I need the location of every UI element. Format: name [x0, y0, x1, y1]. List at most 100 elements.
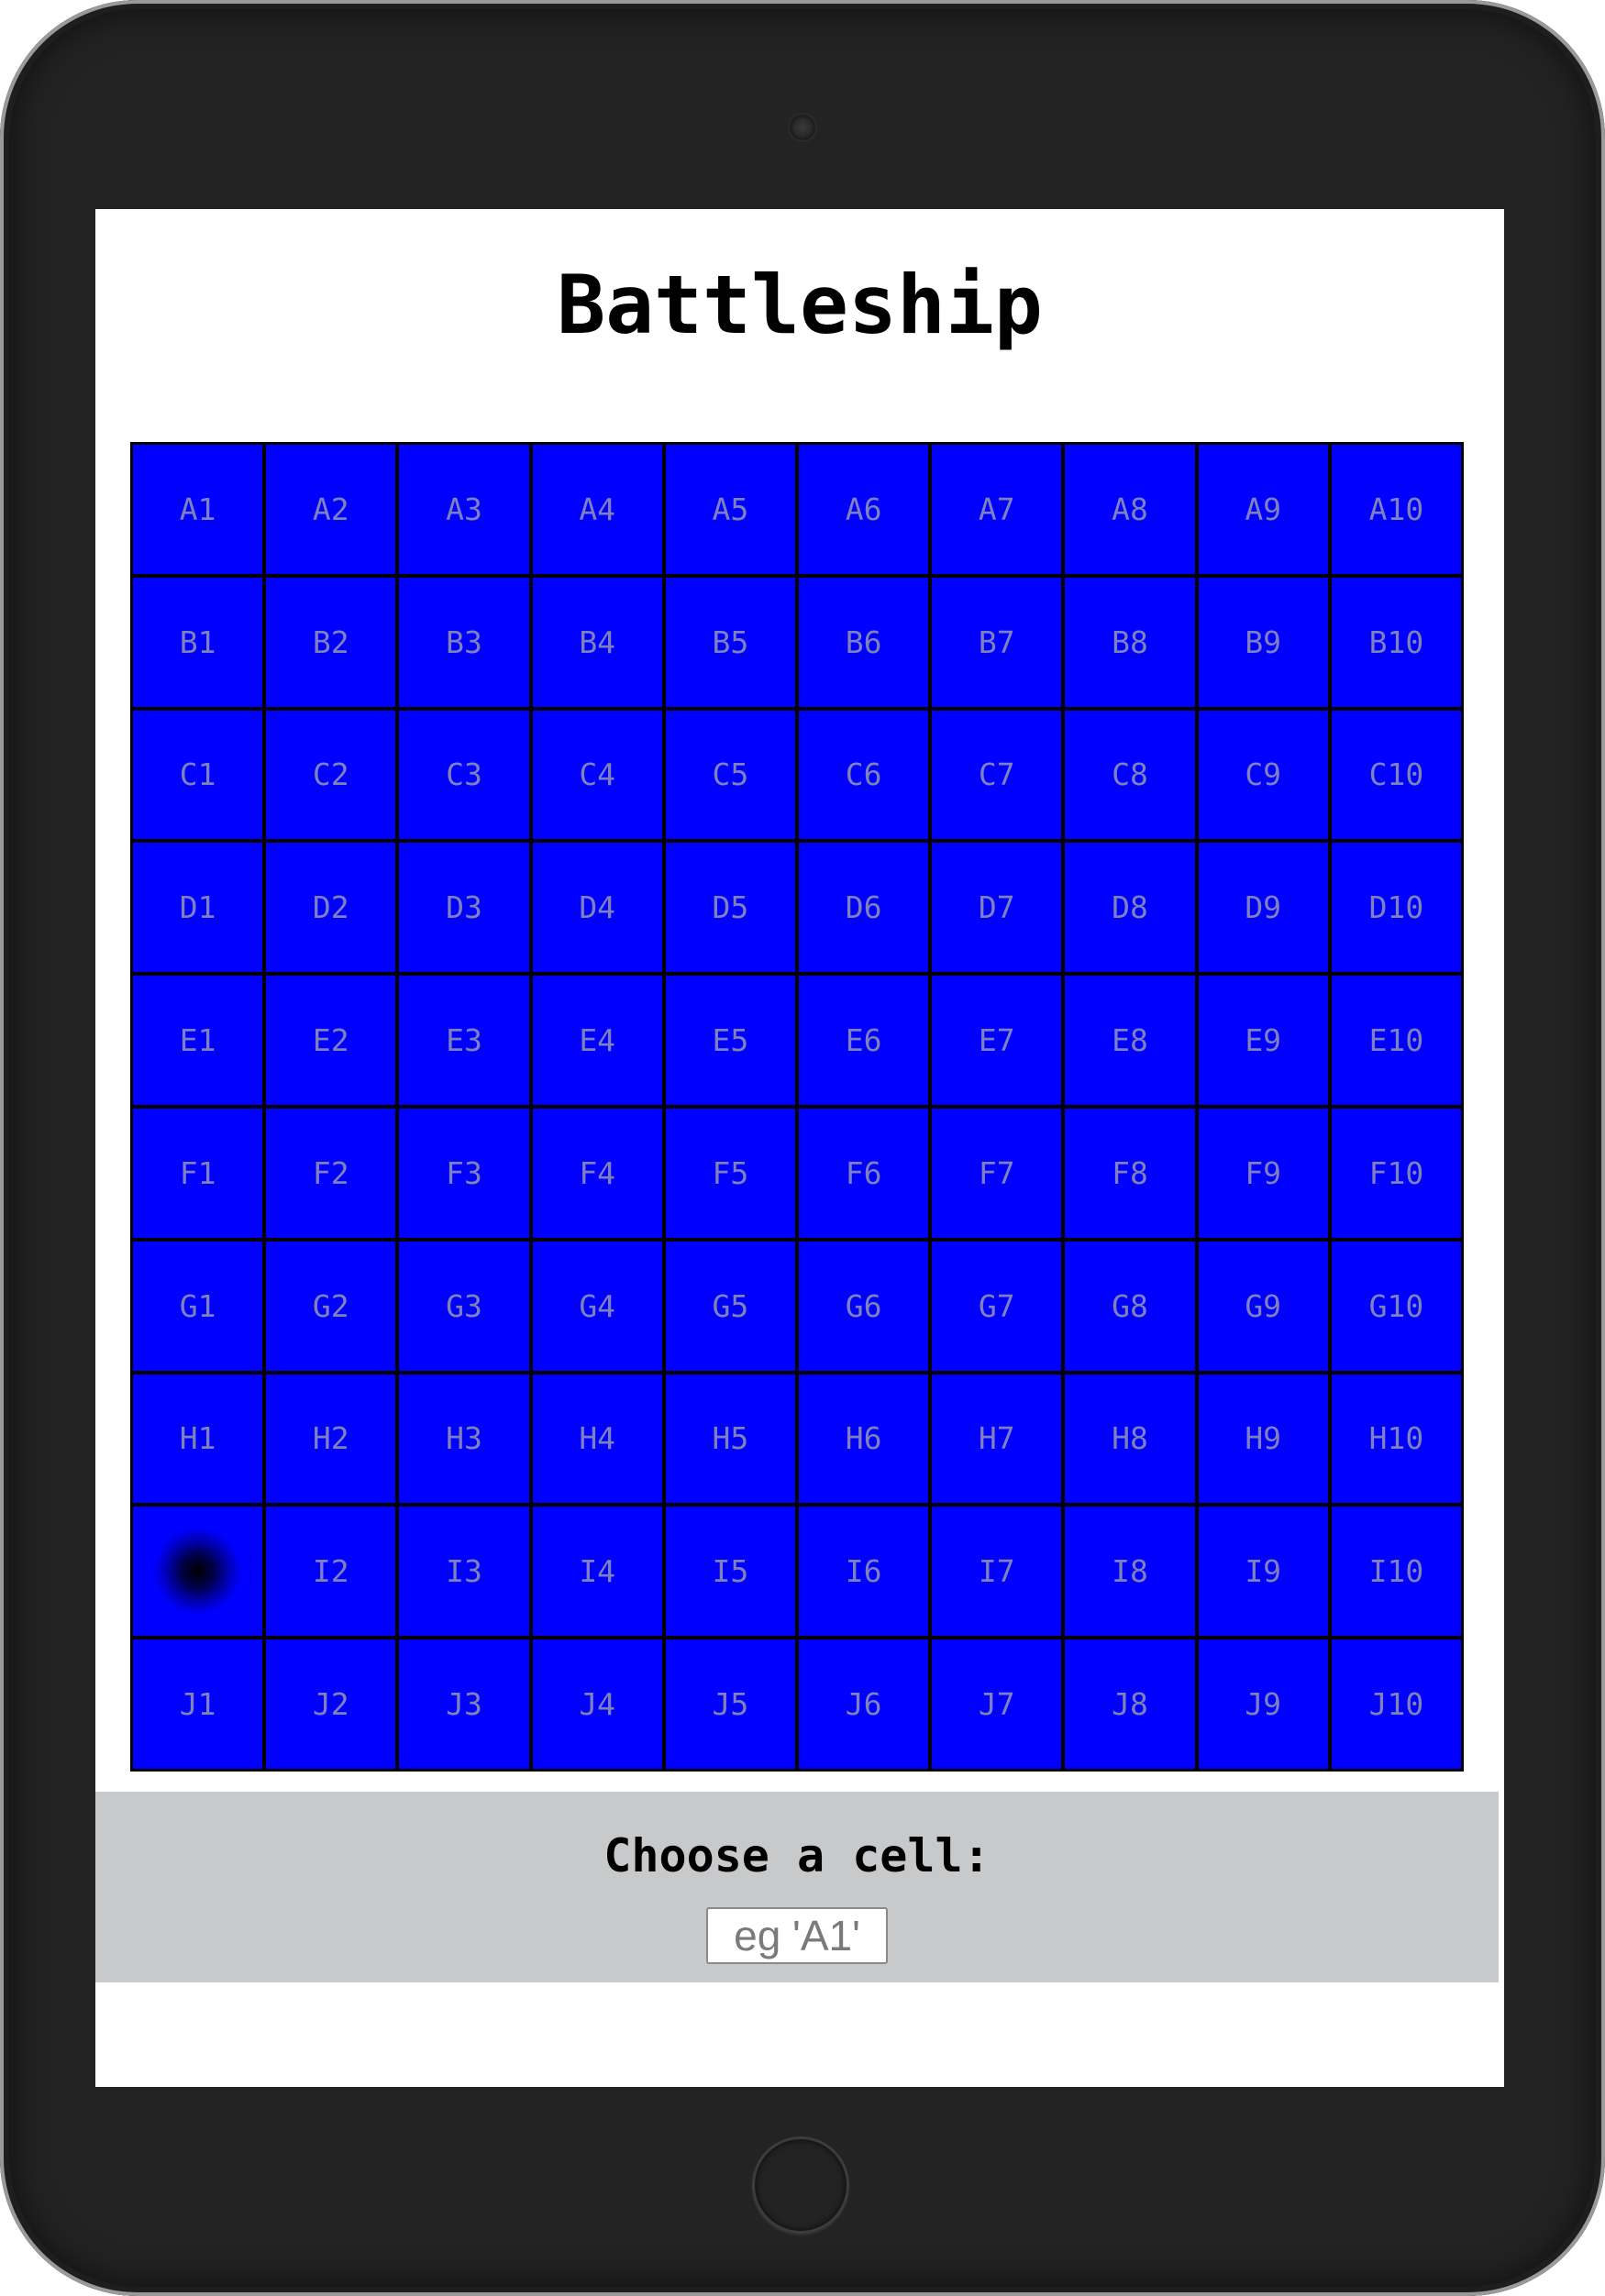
board-cell[interactable]: A8 — [1065, 445, 1195, 574]
board-cell[interactable]: J5 — [665, 1639, 795, 1769]
board-cell[interactable]: G7 — [932, 1241, 1062, 1371]
board-cell[interactable]: G1 — [133, 1241, 263, 1371]
board-cell[interactable]: A10 — [1331, 445, 1461, 574]
board-cell[interactable]: A3 — [399, 445, 529, 574]
board-cell[interactable]: I8 — [1065, 1507, 1195, 1637]
board-cell[interactable]: G5 — [665, 1241, 795, 1371]
board-cell[interactable]: C10 — [1331, 710, 1461, 840]
board-cell[interactable]: F8 — [1065, 1109, 1195, 1238]
board-cell[interactable]: I2 — [266, 1507, 396, 1637]
board-cell[interactable]: D1 — [133, 843, 263, 973]
board-cell[interactable]: C9 — [1198, 710, 1328, 840]
board-cell[interactable]: B9 — [1198, 577, 1328, 707]
board-cell[interactable]: E7 — [932, 976, 1062, 1105]
home-button[interactable] — [752, 2136, 849, 2234]
board-cell[interactable]: B2 — [266, 577, 396, 707]
board-cell[interactable]: G9 — [1198, 1241, 1328, 1371]
board-cell[interactable]: D6 — [798, 843, 929, 973]
board-cell[interactable]: B10 — [1331, 577, 1461, 707]
board-cell[interactable]: D8 — [1065, 843, 1195, 973]
cell-input[interactable] — [706, 1907, 888, 1964]
board-cell[interactable]: H2 — [266, 1374, 396, 1504]
board-cell[interactable]: A2 — [266, 445, 396, 574]
board-cell[interactable]: F9 — [1198, 1109, 1328, 1238]
board-cell[interactable]: J9 — [1198, 1639, 1328, 1769]
board-cell[interactable]: C1 — [133, 710, 263, 840]
board-cell[interactable]: E9 — [1198, 976, 1328, 1105]
board-cell[interactable]: F10 — [1331, 1109, 1461, 1238]
board-cell[interactable]: D10 — [1331, 843, 1461, 973]
board-cell[interactable]: C6 — [798, 710, 929, 840]
board-cell[interactable]: G10 — [1331, 1241, 1461, 1371]
board-cell[interactable]: I7 — [932, 1507, 1062, 1637]
board-cell[interactable]: J1 — [133, 1639, 263, 1769]
board-cell[interactable]: C3 — [399, 710, 529, 840]
board-cell[interactable]: D5 — [665, 843, 795, 973]
board-cell[interactable]: A4 — [532, 445, 662, 574]
board-cell[interactable]: H1 — [133, 1374, 263, 1504]
board-cell[interactable]: J10 — [1331, 1639, 1461, 1769]
board-cell[interactable]: H3 — [399, 1374, 529, 1504]
board-cell[interactable]: C8 — [1065, 710, 1195, 840]
board-cell[interactable]: J8 — [1065, 1639, 1195, 1769]
board-cell[interactable]: G6 — [798, 1241, 929, 1371]
board-cell[interactable]: J2 — [266, 1639, 396, 1769]
board-cell[interactable]: E2 — [266, 976, 396, 1105]
board-cell[interactable]: B5 — [665, 577, 795, 707]
board-cell[interactable]: C2 — [266, 710, 396, 840]
board-cell[interactable]: E1 — [133, 976, 263, 1105]
board-cell[interactable]: D2 — [266, 843, 396, 973]
board-cell[interactable]: B3 — [399, 577, 529, 707]
board-cell[interactable]: B4 — [532, 577, 662, 707]
board-cell[interactable]: I10 — [1331, 1507, 1461, 1637]
board-cell[interactable]: I1 — [133, 1507, 263, 1637]
board-cell[interactable]: D9 — [1198, 843, 1328, 973]
board-cell[interactable]: B1 — [133, 577, 263, 707]
board-cell[interactable]: H8 — [1065, 1374, 1195, 1504]
board-cell[interactable]: G2 — [266, 1241, 396, 1371]
board-cell[interactable]: B8 — [1065, 577, 1195, 707]
board-cell[interactable]: F3 — [399, 1109, 529, 1238]
board-cell[interactable]: A5 — [665, 445, 795, 574]
board-cell[interactable]: F5 — [665, 1109, 795, 1238]
board-cell[interactable]: A7 — [932, 445, 1062, 574]
board-cell[interactable]: I4 — [532, 1507, 662, 1637]
board-cell[interactable]: I3 — [399, 1507, 529, 1637]
board-cell[interactable]: C7 — [932, 710, 1062, 840]
board-cell[interactable]: J6 — [798, 1639, 929, 1769]
board-cell[interactable]: G4 — [532, 1241, 662, 1371]
board-cell[interactable]: C5 — [665, 710, 795, 840]
board-cell[interactable]: E6 — [798, 976, 929, 1105]
board-cell[interactable]: J4 — [532, 1639, 662, 1769]
board-cell[interactable]: G8 — [1065, 1241, 1195, 1371]
board-cell[interactable]: G3 — [399, 1241, 529, 1371]
board-cell[interactable]: H9 — [1198, 1374, 1328, 1504]
board-cell[interactable]: F2 — [266, 1109, 396, 1238]
board-cell[interactable]: H6 — [798, 1374, 929, 1504]
board-cell[interactable]: J7 — [932, 1639, 1062, 1769]
board-cell[interactable]: A9 — [1198, 445, 1328, 574]
board-cell[interactable]: E8 — [1065, 976, 1195, 1105]
board-cell[interactable]: E3 — [399, 976, 529, 1105]
board-cell[interactable]: E10 — [1331, 976, 1461, 1105]
board-cell[interactable]: B6 — [798, 577, 929, 707]
board-cell[interactable]: D7 — [932, 843, 1062, 973]
board-cell[interactable]: F6 — [798, 1109, 929, 1238]
board-cell[interactable]: E5 — [665, 976, 795, 1105]
board-cell[interactable]: D3 — [399, 843, 529, 973]
board-cell[interactable]: H4 — [532, 1374, 662, 1504]
board-cell[interactable]: H10 — [1331, 1374, 1461, 1504]
board-cell[interactable]: A1 — [133, 445, 263, 574]
board-cell[interactable]: B7 — [932, 577, 1062, 707]
board-cell[interactable]: H7 — [932, 1374, 1062, 1504]
board-cell[interactable]: F7 — [932, 1109, 1062, 1238]
board-cell[interactable]: F4 — [532, 1109, 662, 1238]
board-cell[interactable]: I6 — [798, 1507, 929, 1637]
board-cell[interactable]: H5 — [665, 1374, 795, 1504]
board-cell[interactable]: D4 — [532, 843, 662, 973]
board-cell[interactable]: A6 — [798, 445, 929, 574]
board-cell[interactable]: I5 — [665, 1507, 795, 1637]
board-cell[interactable]: F1 — [133, 1109, 263, 1238]
board-cell[interactable]: C4 — [532, 710, 662, 840]
board-cell[interactable]: J3 — [399, 1639, 529, 1769]
